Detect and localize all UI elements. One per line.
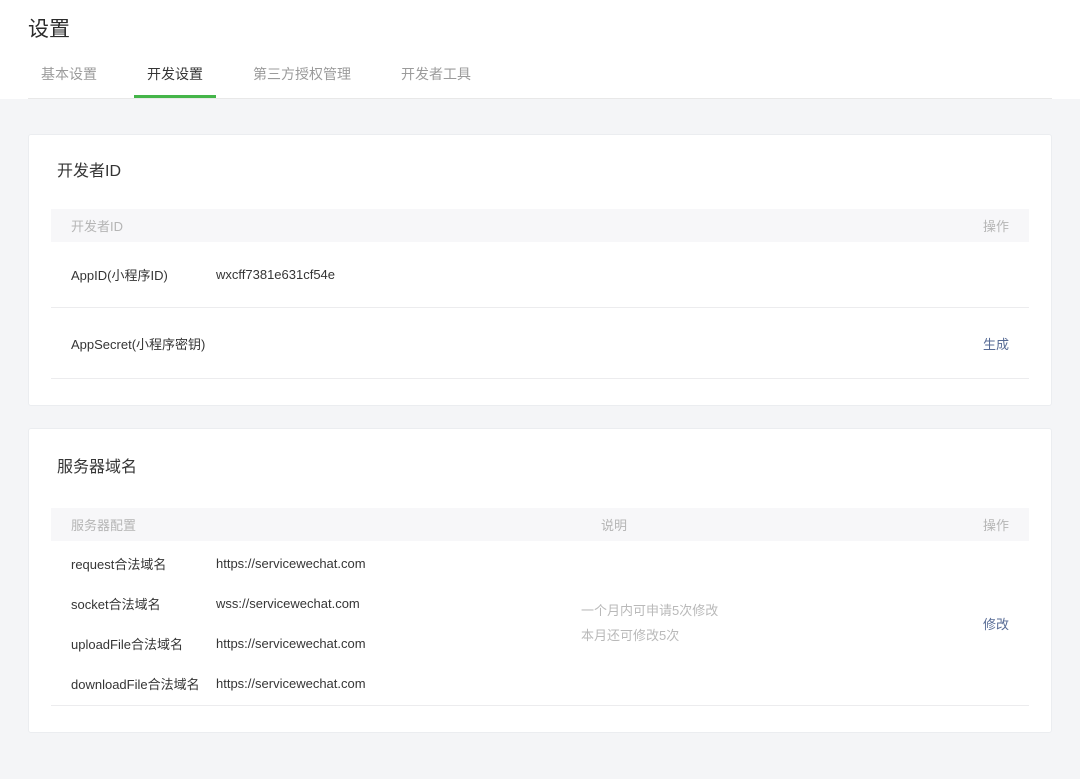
tab-third-party-authorization[interactable]: 第三方授权管理 [240,67,364,98]
request-domain-value: https://servicewechat.com [216,556,561,571]
appid-label: AppID(小程序ID) [71,265,216,284]
table-row-downloadfile-domain: downloadFile合法域名 https://servicewechat.c… [51,663,581,703]
domain-rows: request合法域名 https://servicewechat.com so… [51,543,581,703]
request-domain-label: request合法域名 [71,554,216,573]
downloadfile-domain-label: downloadFile合法域名 [71,674,216,693]
modification-quota-note: 一个月内可申请5次修改 本月还可修改5次 [581,598,983,648]
tab-development-settings[interactable]: 开发设置 [134,67,216,98]
uploadfile-domain-label: uploadFile合法域名 [71,634,216,653]
socket-domain-value: wss://servicewechat.com [216,596,561,611]
appsecret-label: AppSecret(小程序密钥) [71,334,216,353]
column-header-action: 操作 [983,216,1009,235]
socket-domain-label: socket合法域名 [71,594,216,613]
server-domain-table-header: 服务器配置 说明 操作 [51,508,1029,541]
uploadfile-domain-value: https://servicewechat.com [216,636,561,651]
table-row-request-domain: request合法域名 https://servicewechat.com [51,543,581,583]
page-title: 设置 [28,15,1052,44]
tab-basic-settings[interactable]: 基本设置 [28,67,110,98]
column-header-note: 说明 [601,515,983,534]
table-row-socket-domain: socket合法域名 wss://servicewechat.com [51,583,581,623]
developer-id-card: 开发者ID 开发者ID 操作 AppID(小程序ID) wxcff7381e63… [28,134,1052,406]
column-header-server-config: 服务器配置 [71,515,601,534]
modify-domains-link[interactable]: 修改 [983,614,1029,633]
appid-value: wxcff7381e631cf54e [216,267,1009,282]
settings-content: 开发者ID 开发者ID 操作 AppID(小程序ID) wxcff7381e63… [0,99,1080,779]
table-row-appsecret: AppSecret(小程序密钥) 生成 [51,307,1029,379]
developer-id-card-title: 开发者ID [51,135,1029,183]
tab-developer-tools[interactable]: 开发者工具 [388,67,484,98]
column-header-action: 操作 [983,515,1009,534]
note-line-remaining: 本月还可修改5次 [581,623,983,648]
server-domain-table-body: request合法域名 https://servicewechat.com so… [51,541,1029,706]
server-domain-card-title: 服务器域名 [51,429,1029,479]
developer-id-table-header: 开发者ID 操作 [51,209,1029,242]
generate-appsecret-link[interactable]: 生成 [983,334,1009,353]
table-row-appid: AppID(小程序ID) wxcff7381e631cf54e [51,242,1029,307]
table-row-uploadfile-domain: uploadFile合法域名 https://servicewechat.com [51,623,581,663]
tab-bar: 基本设置 开发设置 第三方授权管理 开发者工具 [28,67,1052,99]
column-header-developer-id: 开发者ID [71,216,123,235]
page-header: 设置 基本设置 开发设置 第三方授权管理 开发者工具 [0,0,1080,99]
downloadfile-domain-value: https://servicewechat.com [216,676,561,691]
server-domain-card: 服务器域名 服务器配置 说明 操作 request合法域名 https://se… [28,428,1052,733]
note-line-monthly-limit: 一个月内可申请5次修改 [581,598,983,623]
